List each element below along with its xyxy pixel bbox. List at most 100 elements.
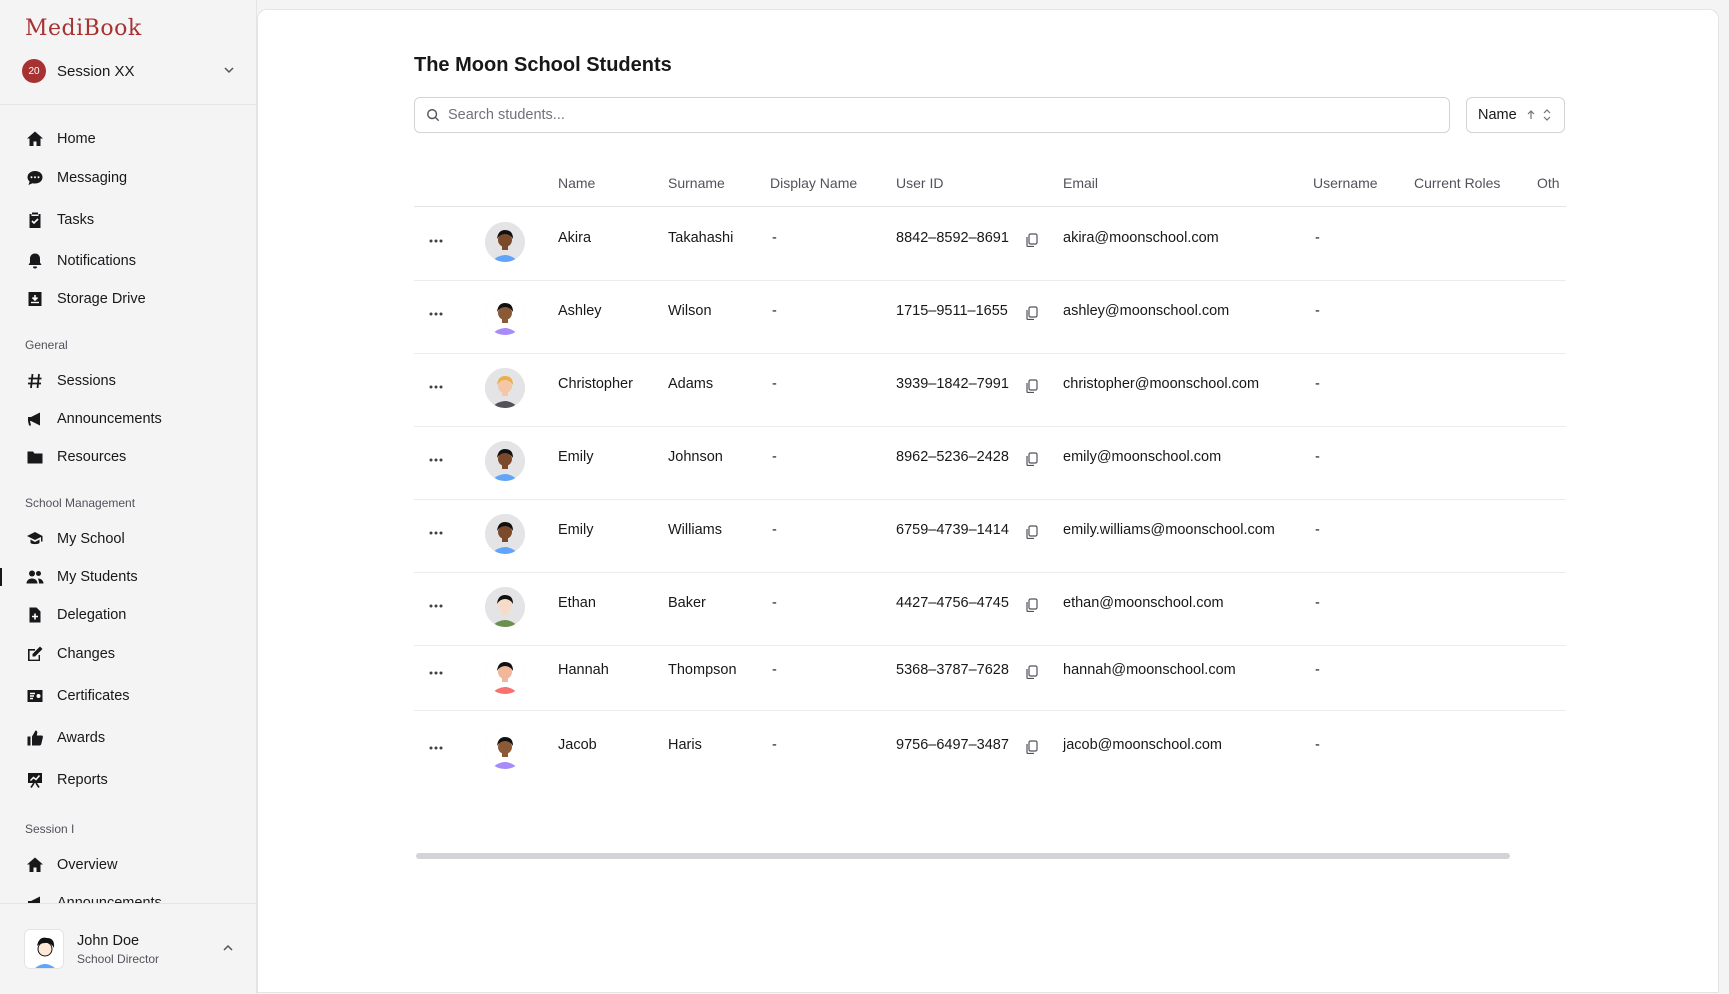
cell-email: emily@moonschool.com — [1063, 449, 1222, 465]
avatar — [485, 441, 525, 481]
sidebar-item-announcements[interactable]: Announcements — [25, 406, 235, 432]
sidebar-item-overview[interactable]: Overview — [25, 852, 235, 878]
sidebar-item-label: Storage Drive — [57, 291, 146, 307]
cell-surname: Wilson — [668, 303, 712, 319]
cell-username: - — [1315, 230, 1320, 246]
copy-icon[interactable] — [1026, 525, 1038, 539]
user-menu[interactable]: John Doe School Director — [24, 928, 236, 970]
scrollbar-thumb[interactable] — [416, 853, 1510, 859]
cell-display-name: - — [772, 230, 777, 246]
column-header-surname[interactable]: Surname — [668, 175, 725, 191]
more-options-icon[interactable] — [427, 668, 445, 678]
avatar — [485, 514, 525, 554]
search-input[interactable] — [448, 107, 1428, 123]
cell-username: - — [1315, 522, 1320, 538]
cell-user-id: 8962–5236–2428 — [896, 449, 1009, 465]
sidebar-item-messaging[interactable]: Messaging — [25, 165, 235, 191]
megaphone-icon — [25, 410, 44, 429]
cell-user-id: 3939–1842–7991 — [896, 376, 1009, 392]
copy-icon[interactable] — [1026, 452, 1038, 466]
sidebar-item-tasks[interactable]: Tasks — [25, 207, 235, 233]
sidebar-item-label: Announcements — [57, 895, 162, 903]
sidebar-item-certificates[interactable]: Certificates — [25, 683, 235, 709]
sidebar-item-notifications[interactable]: Notifications — [25, 248, 235, 274]
more-options-icon[interactable] — [427, 236, 445, 246]
copy-icon[interactable] — [1026, 598, 1038, 612]
horizontal-scrollbar[interactable] — [416, 853, 1566, 859]
avatar — [485, 654, 525, 694]
cell-name: Emily — [558, 449, 594, 465]
sidebar-item-my-students[interactable]: My Students — [25, 564, 235, 590]
copy-icon[interactable] — [1026, 665, 1038, 679]
table-row[interactable]: Christopher Adams - 3939–1842–7991 christoph… — [414, 354, 1566, 427]
sidebar-item-resources[interactable]: Resources — [25, 444, 235, 470]
sidebar: MediBook 20 Session XX Home Messaging Task… — [0, 0, 257, 994]
copy-icon[interactable] — [1026, 233, 1038, 247]
more-options-icon[interactable] — [427, 601, 445, 611]
cell-email: emily.williams@moonschool.com — [1063, 522, 1275, 538]
divider — [0, 903, 256, 904]
column-header-user-id[interactable]: User ID — [896, 175, 943, 191]
more-options-icon[interactable] — [427, 309, 445, 319]
cell-user-id: 5368–3787–7628 — [896, 662, 1009, 678]
sidebar-item-label: Notifications — [57, 253, 136, 269]
sidebar-item-delegation[interactable]: Delegation — [25, 602, 235, 628]
copy-icon[interactable] — [1026, 379, 1038, 393]
sidebar-item-label: Reports — [57, 772, 108, 788]
sidebar-item-label: Certificates — [57, 688, 130, 704]
sort-select[interactable]: Name — [1466, 97, 1565, 133]
bell-icon — [25, 252, 44, 271]
sort-label: Name — [1478, 107, 1517, 123]
column-header-username[interactable]: Username — [1313, 175, 1378, 191]
cell-email: ethan@moonschool.com — [1063, 595, 1224, 611]
column-header-oth[interactable]: Oth — [1537, 175, 1560, 191]
cell-name: Akira — [558, 230, 592, 246]
table-row[interactable]: Hannah Thompson - 5368–3787–7628 hannah@moon… — [414, 642, 1566, 711]
more-options-icon[interactable] — [427, 455, 445, 465]
more-options-icon[interactable] — [427, 382, 445, 392]
table-row[interactable]: Ashley Wilson - 1715–9511–1655 ashley@moonsc… — [414, 281, 1566, 354]
sidebar-item-storage-drive[interactable]: Storage Drive — [25, 286, 235, 312]
table-row[interactable]: Ethan Baker - 4427–4756–4745 ethan@moonschoo… — [414, 573, 1566, 646]
sidebar-item-home[interactable]: Home — [25, 126, 235, 152]
cell-display-name: - — [772, 737, 777, 753]
sidebar-item-label: My Students — [57, 569, 138, 585]
sidebar-item-announcements[interactable]: Announcements — [25, 890, 235, 903]
cell-email: ashley@moonschool.com — [1063, 303, 1230, 319]
graduation-cap-icon — [25, 530, 44, 549]
cell-name: Jacob — [558, 737, 597, 753]
sidebar-section-title: General — [25, 338, 68, 352]
column-header-display-name[interactable]: Display Name — [770, 175, 857, 191]
table-row[interactable]: Jacob Haris - 9756–6497–3487 jacob@moonschoo… — [414, 715, 1566, 777]
home-icon — [25, 856, 44, 875]
table-row[interactable]: Emily Johnson - 8962–5236–2428 emily@moonsch… — [414, 427, 1566, 500]
table-row[interactable]: Akira Takahashi - 8842–8592–8691 akira@moons… — [414, 208, 1566, 281]
cell-display-name: - — [772, 449, 777, 465]
students-table: Name Surname Display Name User ID Email Usern… — [414, 157, 1566, 777]
more-options-icon[interactable] — [427, 743, 445, 753]
users-icon — [25, 568, 44, 587]
sidebar-item-awards[interactable]: Awards — [25, 725, 235, 751]
drive-icon — [25, 290, 44, 309]
chevron-updown-icon — [1543, 109, 1551, 121]
column-header-email[interactable]: Email — [1063, 175, 1098, 191]
table-row[interactable]: Emily Williams - 6759–4739–1414 emily.willia… — [414, 500, 1566, 573]
cell-name: Hannah — [558, 662, 609, 678]
sidebar-item-reports[interactable]: Reports — [25, 767, 235, 793]
cell-email: jacob@moonschool.com — [1063, 737, 1222, 753]
avatar — [24, 929, 64, 969]
more-options-icon[interactable] — [427, 528, 445, 538]
column-header-name[interactable]: Name — [558, 175, 595, 191]
sidebar-item-changes[interactable]: Changes — [25, 641, 235, 667]
sidebar-item-sessions[interactable]: Sessions — [25, 368, 235, 394]
column-header-current-roles[interactable]: Current Roles — [1414, 175, 1500, 191]
sidebar-item-label: Announcements — [57, 411, 162, 427]
cell-email: hannah@moonschool.com — [1063, 662, 1236, 678]
copy-icon[interactable] — [1026, 306, 1038, 320]
avatar — [485, 368, 525, 408]
sidebar-item-my-school[interactable]: My School — [25, 526, 235, 552]
sidebar-item-label: Messaging — [57, 170, 128, 186]
search-box — [414, 97, 1450, 133]
copy-icon[interactable] — [1026, 740, 1038, 754]
cell-surname: Takahashi — [668, 230, 734, 246]
